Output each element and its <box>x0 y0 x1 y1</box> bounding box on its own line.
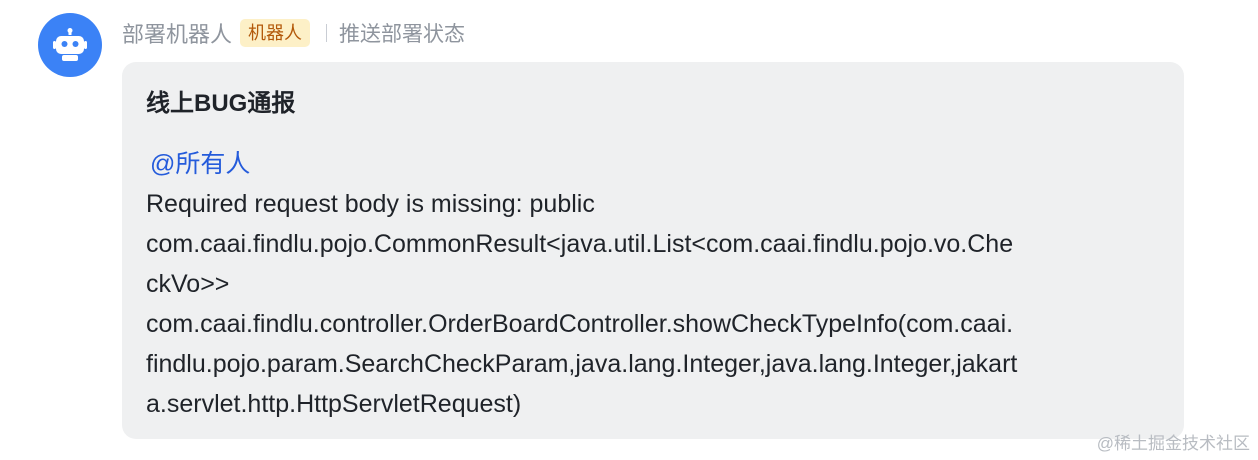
sender-subtitle: 推送部署状态 <box>339 23 466 46</box>
avatar[interactable] <box>38 13 102 77</box>
watermark: @稀土掘金技术社区 <box>1096 434 1250 453</box>
card-title: 线上BUG通报 <box>146 90 296 117</box>
message-line: a.servlet.http.HttpServletRequest) <box>146 390 522 418</box>
mention-all[interactable]: @所有人 <box>146 144 1160 184</box>
message-header: 部署机器人 机器人 推送部署状态 <box>122 16 465 50</box>
message-line: ckVo>> <box>146 270 230 298</box>
message-body: Required request body is missing: public… <box>146 184 1160 424</box>
chat-message: 部署机器人 机器人 推送部署状态 线上BUG通报 @所有人 Required r… <box>0 0 1258 460</box>
message-line: com.caai.findlu.controller.OrderBoardCon… <box>146 310 1014 338</box>
sender-name[interactable]: 部署机器人 <box>122 17 232 49</box>
robot-icon <box>53 28 87 61</box>
message-line: com.caai.findlu.pojo.CommonResult<java.u… <box>146 230 1014 258</box>
header-divider <box>326 24 328 42</box>
message-card: 线上BUG通报 @所有人 Required request body is mi… <box>122 62 1184 439</box>
message-line: findlu.pojo.param.SearchCheckParam,java.… <box>146 350 1018 378</box>
message-line: Required request body is missing: public <box>146 190 595 218</box>
bot-badge: 机器人 <box>240 19 311 47</box>
